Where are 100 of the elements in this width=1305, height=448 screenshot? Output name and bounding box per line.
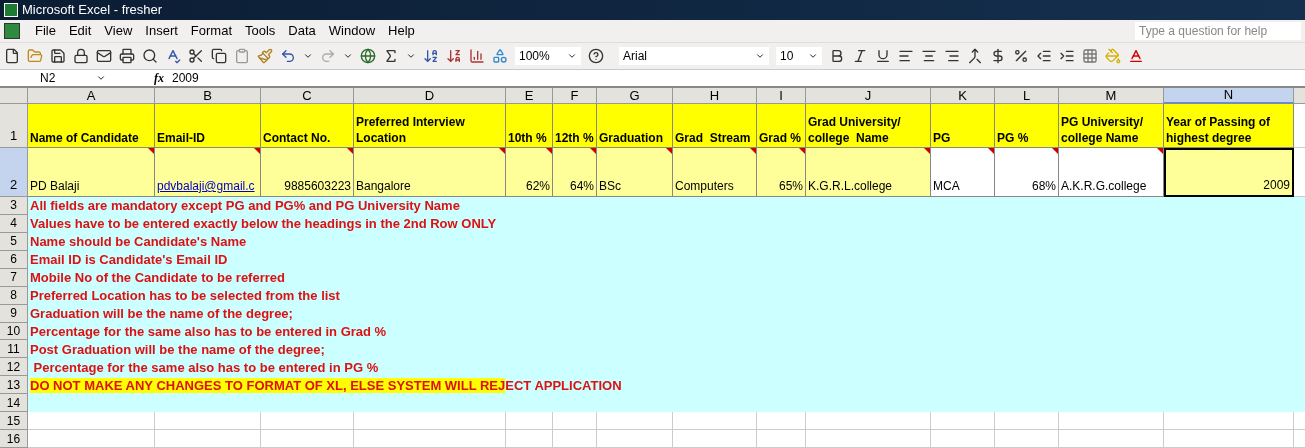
align-center-icon[interactable] [921, 48, 937, 64]
percent-icon[interactable] [1013, 48, 1029, 64]
header-bar-background [1294, 88, 1305, 104]
dropdown-caret-icon[interactable] [303, 51, 313, 61]
instruction-text: Mobile No of the Candidate to be referred [30, 268, 285, 287]
menu-item[interactable]: Help [382, 21, 421, 41]
font-dropdown[interactable]: Arial [619, 47, 769, 65]
dropdown-caret-icon[interactable] [755, 51, 765, 61]
open-folder-icon[interactable] [27, 48, 43, 64]
table-cell: BSc [597, 148, 673, 197]
column-header[interactable]: F [553, 88, 597, 104]
column-header[interactable]: J [806, 88, 931, 104]
increase-indent-icon[interactable] [1059, 48, 1075, 64]
currency-icon[interactable] [990, 48, 1006, 64]
format-painter-icon[interactable] [257, 48, 273, 64]
instruction-text: Percentage for the same also has to be entered in Grad % [30, 322, 387, 341]
cut-icon[interactable] [188, 48, 204, 64]
column-heading-cell: Graduation [597, 104, 673, 148]
column-header[interactable]: H [673, 88, 757, 104]
row-header[interactable]: 3 [0, 197, 28, 215]
dropdown-caret-icon[interactable] [567, 51, 577, 61]
font-size-dropdown[interactable]: 10 [776, 47, 822, 65]
row-header[interactable]: 16 [0, 430, 28, 448]
underline-icon[interactable] [875, 48, 891, 64]
formula-field[interactable]: 2009 [172, 69, 199, 87]
bold-icon[interactable] [829, 48, 845, 64]
column-header[interactable]: M [1059, 88, 1164, 104]
column-heading-cell: Name of Candidate [28, 104, 155, 148]
column-header[interactable]: C [261, 88, 354, 104]
excel-logo-icon [4, 3, 18, 17]
column-header[interactable]: N [1164, 88, 1294, 104]
column-header[interactable]: G [597, 88, 673, 104]
name-box[interactable]: N2 [0, 70, 110, 86]
row-header[interactable]: 14 [0, 394, 28, 413]
copy-icon[interactable] [211, 48, 227, 64]
align-left-icon[interactable] [898, 48, 914, 64]
row-header[interactable]: 13 [0, 376, 28, 395]
globe-icon[interactable] [360, 48, 376, 64]
row-header[interactable]: 12 [0, 358, 28, 377]
chart-icon[interactable] [469, 48, 485, 64]
decrease-indent-icon[interactable] [1036, 48, 1052, 64]
dropdown-caret-icon[interactable] [96, 73, 106, 83]
empty-cell [995, 412, 1059, 431]
column-header[interactable]: I [757, 88, 806, 104]
sort-descending-icon[interactable] [446, 48, 462, 64]
menu-item[interactable]: View [98, 21, 139, 41]
workbook-icon[interactable] [4, 23, 20, 39]
column-heading-cell: 10th % [506, 104, 553, 148]
menu-item[interactable]: Insert [139, 21, 184, 41]
column-header[interactable]: B [155, 88, 261, 104]
align-right-icon[interactable] [944, 48, 960, 64]
zoom-dropdown[interactable]: 100% [515, 47, 581, 65]
function-label[interactable]: fx [154, 69, 164, 87]
email-icon[interactable] [96, 48, 112, 64]
font-color-icon[interactable] [1128, 48, 1144, 64]
table-cell: 9885603223 [261, 148, 354, 197]
menu-item[interactable]: Format [184, 21, 238, 41]
new-file-icon[interactable] [4, 48, 20, 64]
menu-item[interactable]: Window [322, 21, 382, 41]
row-header[interactable]: 2 [0, 148, 28, 197]
column-heading-cell: 12th % [553, 104, 597, 148]
instruction-text: Preferred Location has to be selected from the list [30, 286, 340, 305]
empty-cell [553, 430, 597, 448]
column-header[interactable]: E [506, 88, 553, 104]
column-heading-cell: PG [931, 104, 995, 148]
help-icon[interactable] [588, 48, 604, 64]
row-header[interactable]: 11 [0, 340, 28, 359]
sum-icon[interactable] [383, 48, 399, 64]
column-heading-cell: PG % [995, 104, 1059, 148]
column-header[interactable]: L [995, 88, 1059, 104]
fill-color-icon[interactable] [1105, 48, 1121, 64]
column-header[interactable]: A [28, 88, 155, 104]
undo-icon[interactable] [280, 48, 296, 64]
spelling-icon[interactable] [165, 48, 181, 64]
dropdown-caret-icon[interactable] [808, 51, 818, 61]
sort-ascending-icon[interactable] [423, 48, 439, 64]
menu-item[interactable]: Tools [239, 21, 282, 41]
row-header[interactable]: 1 [0, 104, 28, 148]
menu-item[interactable]: Edit [62, 21, 98, 41]
menu-item[interactable]: Data [282, 21, 322, 41]
print-icon[interactable] [119, 48, 135, 64]
instruction-text: Email ID is Candidate's Email ID [30, 251, 228, 269]
table-cell: 68% [995, 148, 1059, 197]
column-header[interactable]: D [354, 88, 506, 104]
dropdown-caret-icon[interactable] [343, 51, 353, 61]
print-preview-icon[interactable] [142, 48, 158, 64]
save-icon[interactable] [50, 48, 66, 64]
column-heading-cell: PG University/ college Name [1059, 104, 1164, 148]
column-heading-cell: Contact No. [261, 104, 354, 148]
menu-item[interactable]: File [29, 21, 62, 41]
column-header[interactable]: K [931, 88, 995, 104]
column-heading-cell: Grad Stream [673, 104, 757, 148]
empty-cell [506, 412, 553, 431]
dropdown-caret-icon[interactable] [406, 51, 416, 61]
italic-icon[interactable] [852, 48, 868, 64]
row-header[interactable]: 15 [0, 412, 28, 431]
instruction-text: Graduation will be the name of the degree; [30, 304, 293, 323]
help-search-field[interactable]: Type a question for help [1135, 22, 1301, 40]
instruction-text: Values have to be entered exactly below the headings in the 2nd Row ONLY [30, 215, 497, 234]
table-cell: 62% [506, 148, 553, 197]
